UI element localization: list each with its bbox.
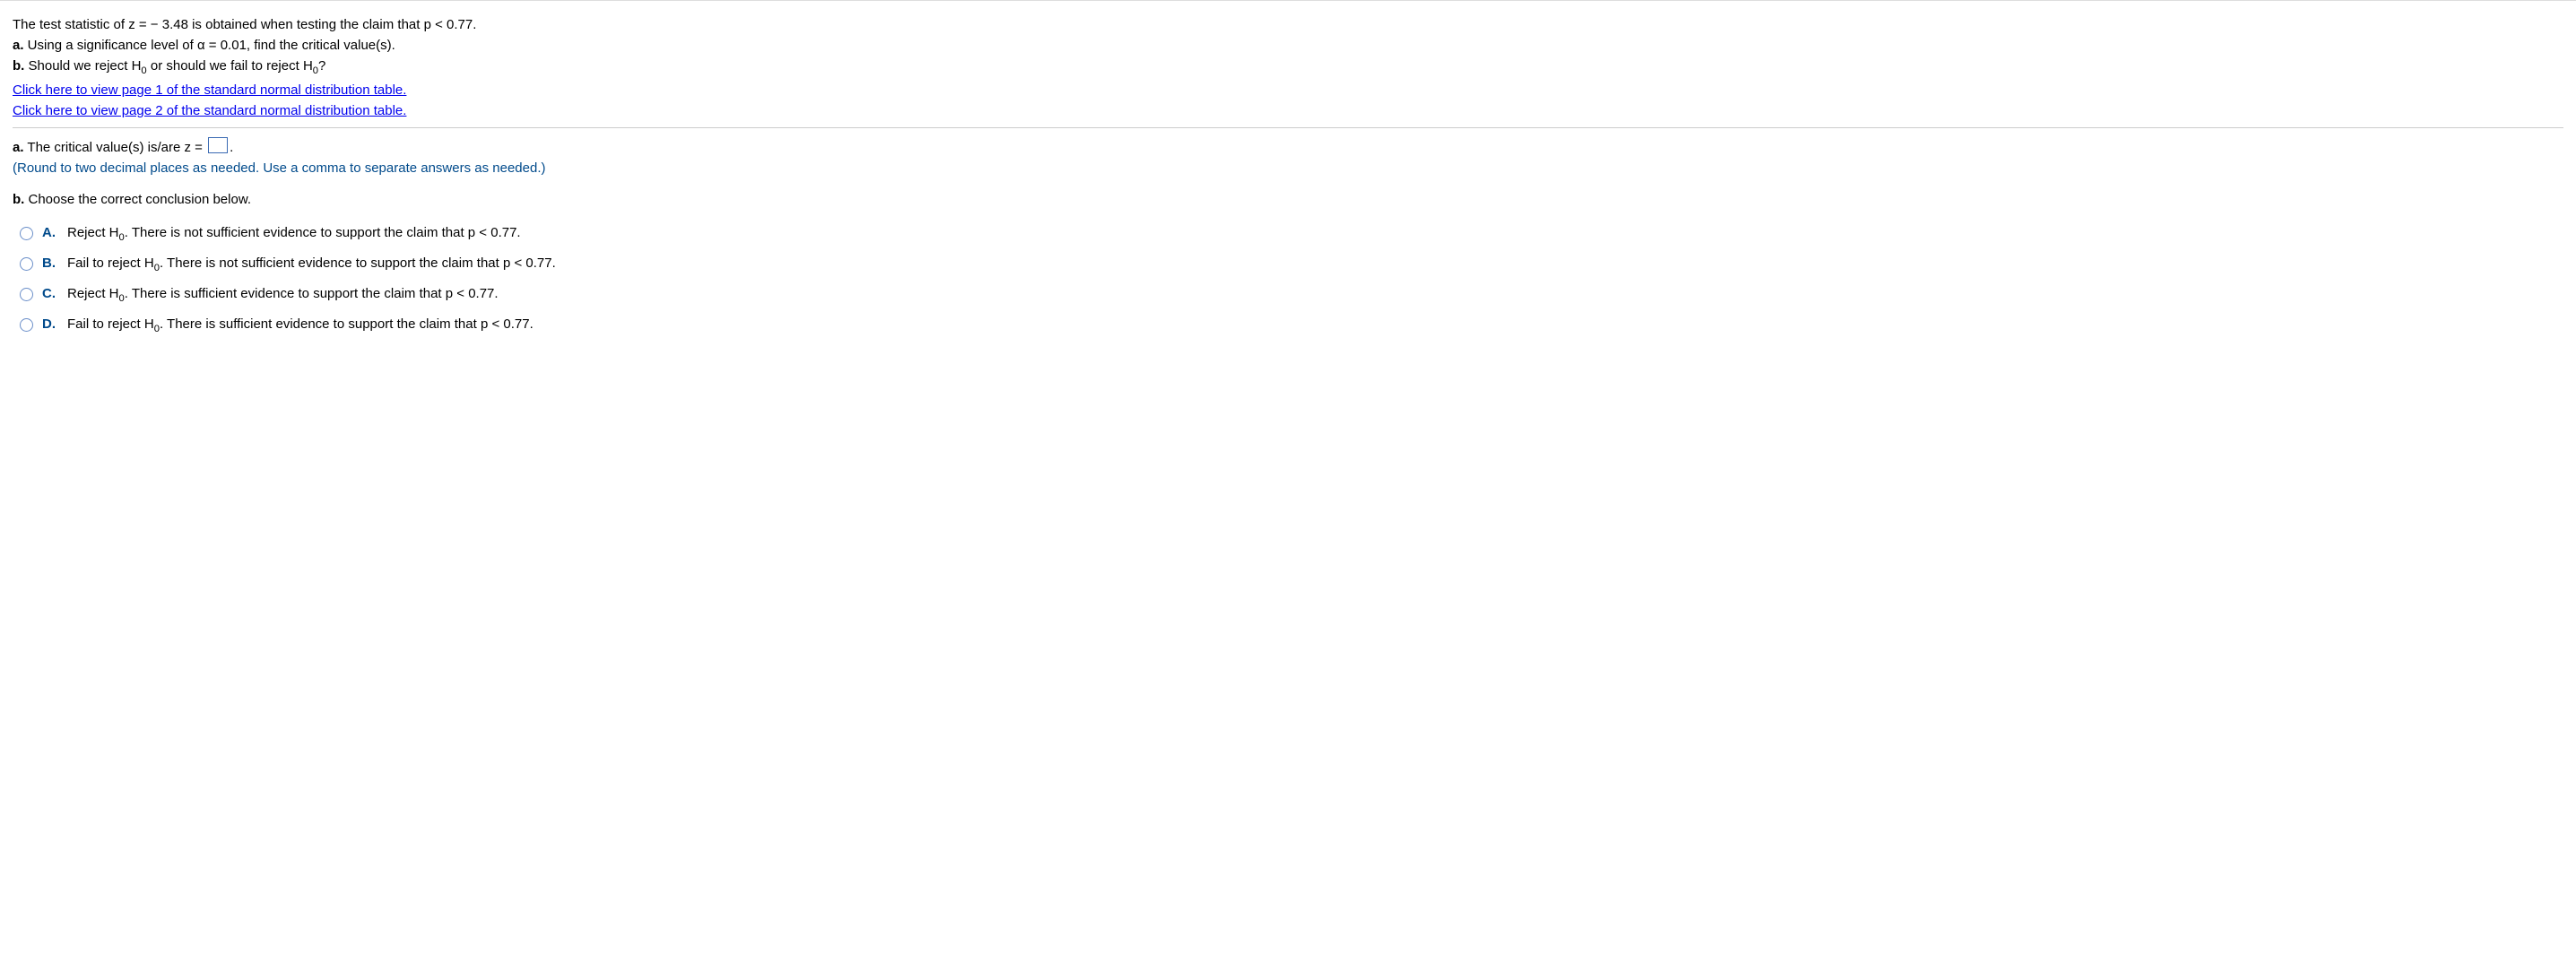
critical-value-input[interactable]: [208, 137, 228, 153]
answer-a-hint: (Round to two decimal places as needed. …: [13, 159, 2563, 178]
option-c-letter: C.: [42, 286, 58, 301]
option-d-text: Fail to reject H0. There is sufficient e…: [67, 316, 2563, 334]
option-a-pre: Reject H: [67, 225, 119, 240]
part-b-end: ?: [318, 58, 325, 74]
options-group: A. Reject H0. There is not sufficient ev…: [13, 225, 2563, 334]
option-d-post: . There is sufficient evidence to suppor…: [160, 316, 533, 332]
option-d-row: D. Fail to reject H0. There is sufficien…: [20, 316, 2563, 334]
part-b-mid: or should we fail to reject H: [147, 58, 313, 74]
option-b-text: Fail to reject H0. There is not sufficie…: [67, 255, 2563, 273]
section-divider: [13, 127, 2563, 128]
link-table-page2[interactable]: Click here to view page 2 of the standar…: [13, 101, 406, 120]
option-b-letter: B.: [42, 255, 58, 271]
answer-a-period: .: [230, 140, 233, 155]
option-d-pre: Fail to reject H: [67, 316, 154, 332]
part-b-pre: Should we reject H: [24, 58, 141, 74]
option-a-post: . There is not sufficient evidence to su…: [125, 225, 521, 240]
part-a-prefix: a.: [13, 38, 24, 53]
question-container: The test statistic of z = − 3.48 is obta…: [0, 6, 2576, 354]
answer-a-prefix: a.: [13, 140, 24, 155]
question-part-a: a. Using a significance level of α = 0.0…: [13, 36, 2563, 55]
question-intro: The test statistic of z = − 3.48 is obta…: [13, 15, 2563, 34]
answer-b-header: b. Choose the correct conclusion below.: [13, 190, 2563, 209]
option-b-row: B. Fail to reject H0. There is not suffi…: [20, 255, 2563, 273]
option-c-post: . There is sufficient evidence to suppor…: [125, 286, 499, 301]
answer-b-header-text: Choose the correct conclusion below.: [24, 192, 251, 207]
question-part-b: b. Should we reject H0 or should we fail…: [13, 56, 2563, 79]
part-b-prefix: b.: [13, 58, 24, 74]
option-a-row: A. Reject H0. There is not sufficient ev…: [20, 225, 2563, 243]
option-c-row: C. Reject H0. There is sufficient eviden…: [20, 286, 2563, 304]
radio-option-a[interactable]: [20, 227, 33, 240]
answer-b-prefix: b.: [13, 192, 24, 207]
answer-a-text1: The critical value(s) is/are z =: [24, 140, 203, 155]
radio-option-c[interactable]: [20, 288, 33, 301]
option-a-letter: A.: [42, 225, 58, 240]
radio-option-d[interactable]: [20, 318, 33, 332]
top-divider: [0, 0, 2576, 1]
answer-a-line: a. The critical value(s) is/are z = .: [13, 135, 2563, 157]
option-a-text: Reject H0. There is not sufficient evide…: [67, 225, 2563, 243]
option-c-pre: Reject H: [67, 286, 119, 301]
option-b-pre: Fail to reject H: [67, 255, 154, 271]
option-c-text: Reject H0. There is sufficient evidence …: [67, 286, 2563, 304]
option-d-letter: D.: [42, 316, 58, 332]
option-b-post: . There is not sufficient evidence to su…: [160, 255, 556, 271]
part-a-text: Using a significance level of α = 0.01, …: [24, 38, 395, 53]
link-table-page1[interactable]: Click here to view page 1 of the standar…: [13, 81, 406, 100]
radio-option-b[interactable]: [20, 257, 33, 271]
